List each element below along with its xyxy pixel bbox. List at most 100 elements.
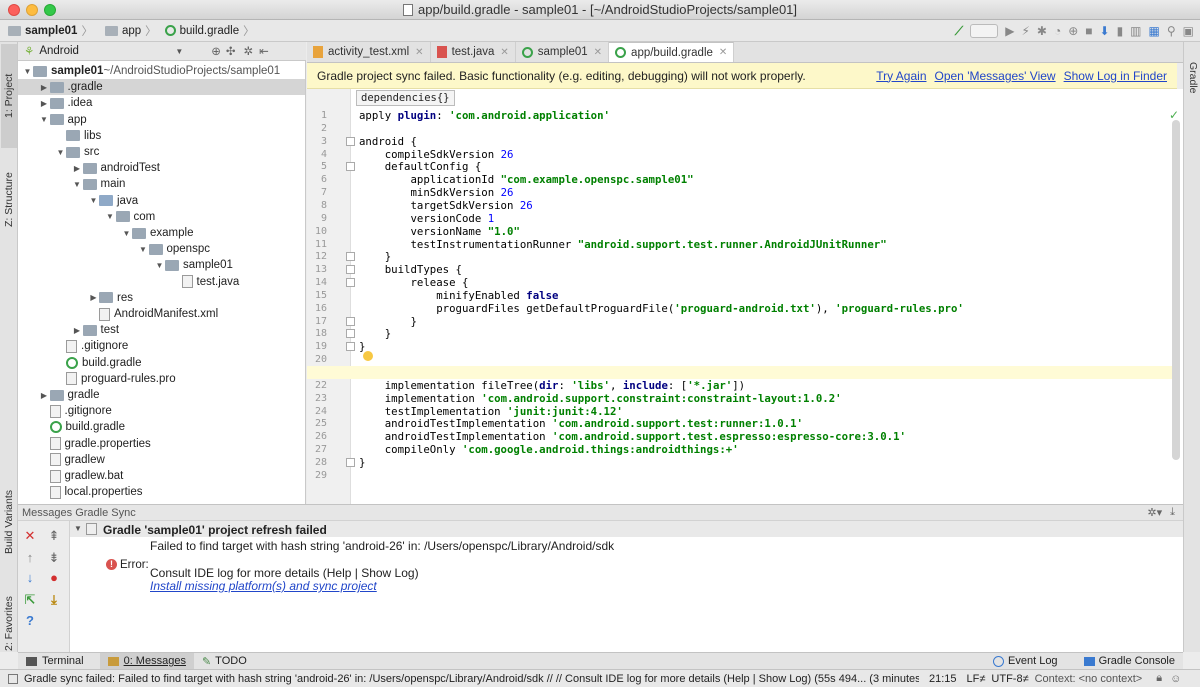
- tool-tab-messages[interactable]: 0: Messages: [99, 652, 194, 670]
- fold-marker[interactable]: [346, 329, 355, 339]
- tree-item[interactable]: ▼ sample01 ~/AndroidStudioProjects/sample…: [18, 63, 305, 79]
- down-arrow-icon[interactable]: ↓: [22, 570, 38, 585]
- tree-item[interactable]: gradlew.bat: [18, 468, 305, 484]
- chevron-right-icon[interactable]: ▶: [39, 391, 50, 400]
- nav-crumb-file[interactable]: build.gradle 〉: [161, 20, 259, 42]
- layout-icon[interactable]: ▣: [1183, 24, 1194, 38]
- chevron-right-icon[interactable]: ▶: [39, 83, 50, 92]
- tree-item[interactable]: ▼ openspc: [18, 241, 305, 257]
- install-platform-link[interactable]: Install missing platform(s) and sync pro…: [150, 579, 377, 593]
- tree-item[interactable]: ▼ app: [18, 112, 305, 128]
- close-tab-icon[interactable]: ✕: [415, 47, 423, 58]
- attach-icon[interactable]: ⊕: [1068, 24, 1078, 38]
- chevron-down-icon[interactable]: ▼: [74, 524, 82, 533]
- tool-tab-gradle-console[interactable]: Gradle Console: [1076, 653, 1183, 670]
- fold-marker[interactable]: [346, 252, 355, 262]
- sync-icon[interactable]: ▥: [1130, 24, 1141, 38]
- editor-breadcrumb[interactable]: dependencies{}: [356, 90, 455, 106]
- tree-item[interactable]: build.gradle: [18, 355, 305, 371]
- gear-icon[interactable]: ✲: [244, 44, 254, 58]
- close-window-button[interactable]: [8, 4, 20, 16]
- chevron-right-icon[interactable]: ▶: [88, 293, 99, 302]
- hide-panel-icon[interactable]: ⤓: [1170, 506, 1175, 519]
- scroll-from-source-icon[interactable]: ⊕: [211, 44, 221, 58]
- status-message[interactable]: Gradle sync failed: Failed to find targe…: [24, 673, 919, 685]
- minimize-window-button[interactable]: [26, 4, 38, 16]
- nav-crumb-app[interactable]: app 〉: [97, 20, 161, 42]
- tree-item[interactable]: ▶ .idea: [18, 95, 305, 111]
- inspector-icon[interactable]: ☺︎: [1170, 673, 1181, 685]
- tool-tab-todo[interactable]: ✎ TODO: [194, 653, 255, 670]
- tree-item[interactable]: ▼ java: [18, 193, 305, 209]
- run-icon[interactable]: ▶: [1005, 24, 1014, 38]
- fold-marker[interactable]: [346, 342, 355, 352]
- tool-tab-build-variants[interactable]: Build Variants: [1, 472, 17, 572]
- open-messages-link[interactable]: Open 'Messages' View: [935, 69, 1056, 83]
- run-config-select[interactable]: [970, 24, 999, 38]
- chevron-right-icon[interactable]: ▶: [72, 164, 83, 173]
- tree-item[interactable]: local.properties: [18, 484, 305, 500]
- try-again-link[interactable]: Try Again: [876, 69, 926, 83]
- tree-item[interactable]: .gitignore: [18, 338, 305, 354]
- tree-item[interactable]: gradlew: [18, 452, 305, 468]
- tree-item[interactable]: ▶ .gradle: [18, 79, 305, 96]
- fold-marker[interactable]: [346, 457, 355, 467]
- error-filter-icon[interactable]: ●: [46, 570, 62, 585]
- editor-tab[interactable]: app/build.gradle ✕: [609, 42, 735, 62]
- zoom-window-button[interactable]: [44, 4, 56, 16]
- editor-tab[interactable]: test.java ✕: [431, 42, 516, 62]
- avd-manager-icon[interactable]: ▮: [1117, 24, 1124, 38]
- chevron-down-icon[interactable]: ▼: [39, 115, 50, 124]
- tree-item[interactable]: .gitignore: [18, 403, 305, 419]
- editor-tab[interactable]: activity_test.xml ✕: [307, 42, 431, 62]
- collapse-all-icon[interactable]: ✣: [226, 44, 236, 58]
- chevron-right-icon[interactable]: ▶: [39, 99, 50, 108]
- close-tab-icon[interactable]: ✕: [594, 47, 602, 58]
- hide-panel-icon[interactable]: ⇤: [259, 44, 269, 58]
- chevron-down-icon[interactable]: ▼: [154, 261, 165, 270]
- chevron-right-icon[interactable]: ▶: [72, 326, 83, 335]
- tree-item[interactable]: ▼ example: [18, 225, 305, 241]
- tree-item[interactable]: AndroidManifest.xml: [18, 306, 305, 322]
- close-tab-icon[interactable]: ✕: [500, 47, 508, 58]
- show-log-link[interactable]: Show Log in Finder: [1064, 69, 1167, 83]
- chevron-down-icon[interactable]: ▼: [175, 47, 183, 56]
- up-arrow-icon[interactable]: ↑: [22, 550, 38, 565]
- chevron-down-icon[interactable]: ▼: [22, 67, 33, 76]
- tool-tab-terminal[interactable]: Terminal: [18, 653, 92, 670]
- tool-tab-gradle[interactable]: Gradle: [1185, 46, 1200, 110]
- message-group-row[interactable]: ▼ Gradle 'sample01' project refresh fail…: [70, 521, 1183, 537]
- tree-item[interactable]: ▶ res: [18, 290, 305, 306]
- line-separator[interactable]: LF≠: [967, 673, 986, 685]
- tree-item[interactable]: ▼ src: [18, 144, 305, 160]
- caret-position[interactable]: 21:15: [929, 673, 957, 685]
- tree-item[interactable]: gradle.properties: [18, 436, 305, 452]
- sdk-manager-icon[interactable]: ⬇: [1100, 24, 1110, 38]
- tree-item[interactable]: proguard-rules.pro: [18, 371, 305, 387]
- tree-item[interactable]: ▶ androidTest: [18, 160, 305, 176]
- tree-item[interactable]: ▼ main: [18, 176, 305, 192]
- tree-item[interactable]: libs: [18, 128, 305, 144]
- collapse-all-icon[interactable]: ⇟: [46, 550, 62, 566]
- fold-marker[interactable]: [346, 316, 355, 326]
- tool-tab-structure[interactable]: Z: Structure: [1, 150, 17, 250]
- fold-marker[interactable]: [346, 162, 355, 172]
- fold-marker[interactable]: [346, 265, 355, 275]
- project-view-select[interactable]: Android: [39, 45, 175, 57]
- tree-item[interactable]: ▼ sample01: [18, 257, 305, 273]
- file-encoding[interactable]: UTF-8≠: [991, 673, 1028, 685]
- nav-crumb-project[interactable]: sample01 〉: [0, 20, 97, 42]
- tool-windows-icon[interactable]: [8, 673, 18, 684]
- search-icon[interactable]: ⚲: [1167, 24, 1176, 38]
- debug-icon[interactable]: ✱: [1037, 24, 1047, 38]
- close-icon[interactable]: ✕: [22, 528, 38, 544]
- tree-item[interactable]: test.java: [18, 274, 305, 290]
- chevron-down-icon[interactable]: ▼: [88, 196, 99, 205]
- chevron-down-icon[interactable]: ▼: [138, 245, 149, 254]
- tree-item[interactable]: ▼ com: [18, 209, 305, 225]
- context-indicator[interactable]: Context: <no context>: [1035, 673, 1143, 685]
- tool-tab-event-log[interactable]: Event Log: [985, 653, 1066, 670]
- lock-icon[interactable]: 🔒︎: [1156, 672, 1162, 685]
- gear-icon[interactable]: ✲▾: [1147, 506, 1162, 519]
- warning-filter-icon[interactable]: ⤓: [46, 592, 62, 608]
